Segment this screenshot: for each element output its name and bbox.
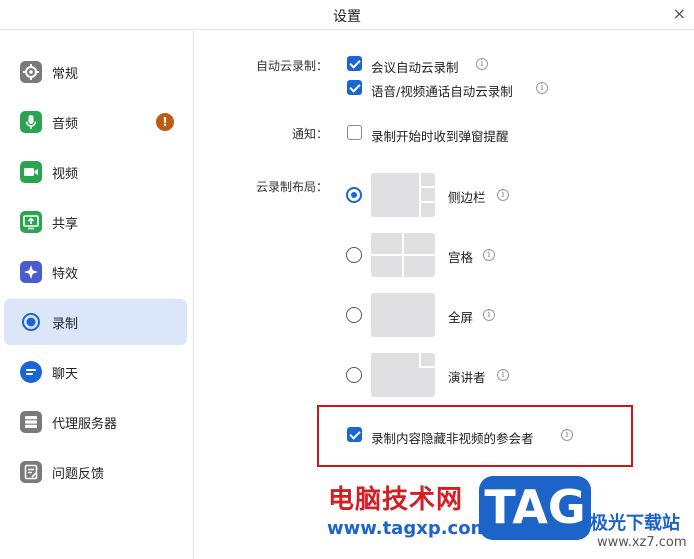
layout-fullscreen-radio[interactable] xyxy=(346,307,362,323)
layout-sidebar-radio[interactable] xyxy=(346,187,362,203)
layout-grid-thumbnail[interactable] xyxy=(371,233,435,277)
layout-speaker-radio[interactable] xyxy=(346,367,362,383)
feedback-icon xyxy=(20,461,42,483)
notify-popup-checkbox[interactable] xyxy=(347,125,362,140)
watermark-right-url: www.xz7.com xyxy=(597,535,687,550)
sidebar-item-general[interactable]: 常规 xyxy=(4,49,187,95)
sidebar: 常规 音频 ! 视频 共享 特效 录制 聊天 代理服务器 问题反馈 xyxy=(0,31,194,559)
layout-speaker-label: 演讲者 xyxy=(448,370,486,385)
notify-popup-label: 录制开始时收到弹窗提醒 xyxy=(371,129,509,144)
sidebar-item-recording[interactable]: 录制 xyxy=(4,299,187,345)
sidebar-item-label: 录制 xyxy=(52,317,79,332)
auto-cloud-label: 自动云录制： xyxy=(255,59,328,73)
auto-cloud-call-checkbox[interactable] xyxy=(347,80,362,95)
info-icon[interactable]: i xyxy=(476,58,488,70)
hide-nonvideo-checkbox[interactable] xyxy=(347,427,362,442)
auto-cloud-meeting-checkbox[interactable] xyxy=(347,56,362,71)
sidebar-item-effects[interactable]: 特效 xyxy=(4,249,187,295)
sidebar-item-audio[interactable]: 音频 ! xyxy=(4,99,187,145)
sidebar-item-label: 视频 xyxy=(52,167,79,182)
sidebar-item-label: 共享 xyxy=(52,217,79,232)
chat-icon xyxy=(20,361,42,383)
watermark-tag-logo: TAG xyxy=(479,476,591,540)
sidebar-item-label: 聊天 xyxy=(52,367,79,382)
warning-badge: ! xyxy=(156,113,174,131)
layout-sidebar-thumbnail[interactable] xyxy=(371,173,435,217)
watermark-site-name: 电脑技术网 xyxy=(328,485,464,515)
effects-icon xyxy=(20,261,42,283)
layout-fullscreen-label: 全屏 xyxy=(448,310,474,325)
share-screen-icon xyxy=(20,211,42,233)
notify-label: 通知： xyxy=(291,127,328,141)
info-icon[interactable]: i xyxy=(497,369,509,381)
title-bar: 设置 × xyxy=(0,0,694,30)
layout-sidebar-label: 侧边栏 xyxy=(448,190,486,205)
info-icon[interactable]: i xyxy=(483,249,495,261)
info-icon[interactable]: i xyxy=(536,82,548,94)
auto-cloud-meeting-label: 会议自动云录制 xyxy=(371,60,459,75)
layout-fullscreen-thumbnail[interactable] xyxy=(371,293,435,337)
sidebar-item-label: 特效 xyxy=(52,267,79,282)
layout-label: 云录制布局： xyxy=(255,180,328,194)
watermark-right-text: 极光下载站 xyxy=(590,513,680,534)
layout-grid-label: 宫格 xyxy=(448,250,474,265)
watermark-tag-text: TAG xyxy=(484,480,586,534)
record-icon xyxy=(20,311,42,333)
video-camera-icon xyxy=(20,161,42,183)
gear-icon xyxy=(20,61,42,83)
sidebar-item-proxy[interactable]: 代理服务器 xyxy=(4,399,187,445)
info-icon[interactable]: i xyxy=(497,189,509,201)
auto-cloud-call-label: 语音/视频通话自动云录制 xyxy=(371,84,513,99)
sidebar-item-label: 常规 xyxy=(52,67,79,82)
microphone-icon xyxy=(20,111,42,133)
sidebar-item-video[interactable]: 视频 xyxy=(4,149,187,195)
info-icon[interactable]: i xyxy=(483,309,495,321)
info-icon[interactable]: i xyxy=(561,429,573,441)
watermark-site-url: www.tagxp.com xyxy=(327,518,490,539)
layout-grid-radio[interactable] xyxy=(346,247,362,263)
proxy-server-icon xyxy=(20,411,42,433)
layout-speaker-thumbnail[interactable] xyxy=(371,353,435,397)
hide-nonvideo-label: 录制内容隐藏非视频的参会者 xyxy=(371,431,534,446)
close-icon[interactable]: × xyxy=(673,4,686,23)
sidebar-item-label: 问题反馈 xyxy=(52,467,105,482)
sidebar-item-chat[interactable]: 聊天 xyxy=(4,349,187,395)
window-title: 设置 xyxy=(333,9,361,25)
sidebar-item-share[interactable]: 共享 xyxy=(4,199,187,245)
sidebar-item-feedback[interactable]: 问题反馈 xyxy=(4,449,187,495)
sidebar-item-label: 代理服务器 xyxy=(52,417,118,432)
sidebar-item-label: 音频 xyxy=(52,117,79,132)
